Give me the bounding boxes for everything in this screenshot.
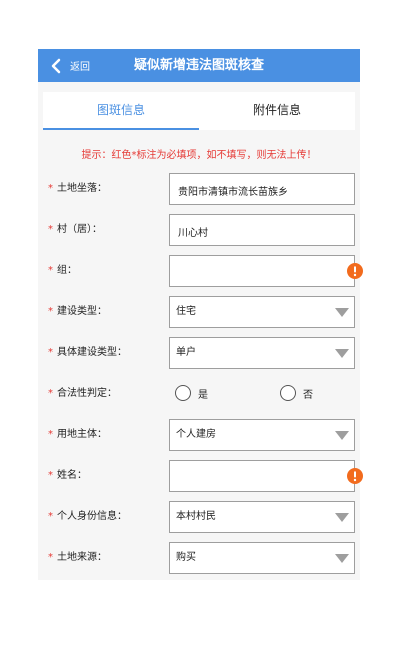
legality-yes-radio[interactable]: 是 <box>175 385 208 401</box>
row-land-location: * 土地坐落： <box>38 173 360 206</box>
dropdown-triangle-icon <box>335 554 349 563</box>
field-label: * 用地主体： <box>48 429 107 440</box>
row-specific-build-type: * 具体建设类型： 单户 <box>38 337 360 369</box>
required-mark: * <box>48 429 53 440</box>
land-source-select[interactable]: 购买 <box>169 542 355 574</box>
radio-circle-icon <box>280 385 296 401</box>
required-hint: 提示：红色*标注为必填项，如不填写，则无法上传！ <box>81 150 317 161</box>
row-group: * 组： <box>38 255 363 288</box>
radio-label: 否 <box>303 389 313 401</box>
legality-no-radio[interactable]: 否 <box>280 385 313 401</box>
specific-build-type-select[interactable]: 单户 <box>169 337 355 369</box>
select-value: 个人建房 <box>176 429 216 440</box>
tab-spot-info[interactable]: 图斑信息 <box>43 92 199 128</box>
page-title: 疑似新增违法图斑核查 <box>133 58 264 73</box>
group-field <box>169 255 363 288</box>
radio-circle-icon <box>175 385 191 401</box>
village-field <box>169 214 355 247</box>
land-user-select[interactable]: 个人建房 <box>169 419 355 451</box>
field-label: * 合法性判定： <box>48 388 117 399</box>
required-mark: * <box>48 511 53 522</box>
row-name: * 姓名： <box>38 460 363 493</box>
row-build-type: * 建设类型： 住宅 <box>38 296 360 328</box>
build-type-select[interactable]: 住宅 <box>169 296 355 328</box>
land-location-field <box>169 173 355 206</box>
field-label: * 姓名： <box>48 470 87 481</box>
field-label: * 建设类型： <box>48 306 107 317</box>
group-input[interactable] <box>176 256 340 288</box>
tab-attachment-info[interactable]: 附件信息 <box>199 92 355 128</box>
active-tab-indicator <box>43 128 199 130</box>
village-input[interactable] <box>176 215 340 247</box>
dropdown-triangle-icon <box>335 308 349 317</box>
land-location-input[interactable] <box>176 174 340 206</box>
row-land-user: * 用地主体： 个人建房 <box>38 419 360 451</box>
field-label: * 组： <box>48 265 77 276</box>
required-mark: * <box>48 183 53 194</box>
required-mark: * <box>48 347 53 358</box>
dropdown-triangle-icon <box>335 513 349 522</box>
field-label: * 个人身份信息： <box>48 511 127 522</box>
header-bar: 返回 疑似新增违法图斑核查 <box>38 49 360 82</box>
app-screen: 返回 疑似新增违法图斑核查 图斑信息 附件信息 提示：红色*标注为必填项，如不填… <box>38 49 363 580</box>
required-mark: * <box>48 224 53 235</box>
legality-radio-group: 是 否 <box>175 378 355 410</box>
id-info-select[interactable]: 本村村民 <box>169 501 355 533</box>
select-value: 单户 <box>176 347 196 358</box>
required-mark: * <box>48 470 53 481</box>
select-value: 购买 <box>176 552 196 563</box>
radio-label: 是 <box>198 389 208 401</box>
name-input[interactable] <box>176 461 340 493</box>
error-icon <box>347 263 363 279</box>
field-label: * 土地来源： <box>48 552 107 563</box>
required-mark: * <box>48 306 53 317</box>
field-label: * 具体建设类型： <box>48 347 127 358</box>
dropdown-triangle-icon <box>335 431 349 440</box>
required-mark: * <box>48 388 53 399</box>
row-id-info: * 个人身份信息： 本村村民 <box>38 501 360 533</box>
select-value: 本村村民 <box>176 511 216 522</box>
field-label: * 村（居）： <box>48 224 102 235</box>
row-legality: * 合法性判定： 是 否 <box>38 378 360 410</box>
tab-bar: 图斑信息 附件信息 <box>43 92 355 130</box>
select-value: 住宅 <box>176 306 196 317</box>
required-mark: * <box>48 265 53 276</box>
error-icon <box>347 468 363 484</box>
dropdown-triangle-icon <box>335 349 349 358</box>
required-mark: * <box>48 552 53 563</box>
row-land-source: * 土地来源： 购买 <box>38 542 360 574</box>
row-village: * 村（居）： <box>38 214 360 247</box>
name-field <box>169 460 363 493</box>
field-label: * 土地坐落： <box>48 183 107 194</box>
